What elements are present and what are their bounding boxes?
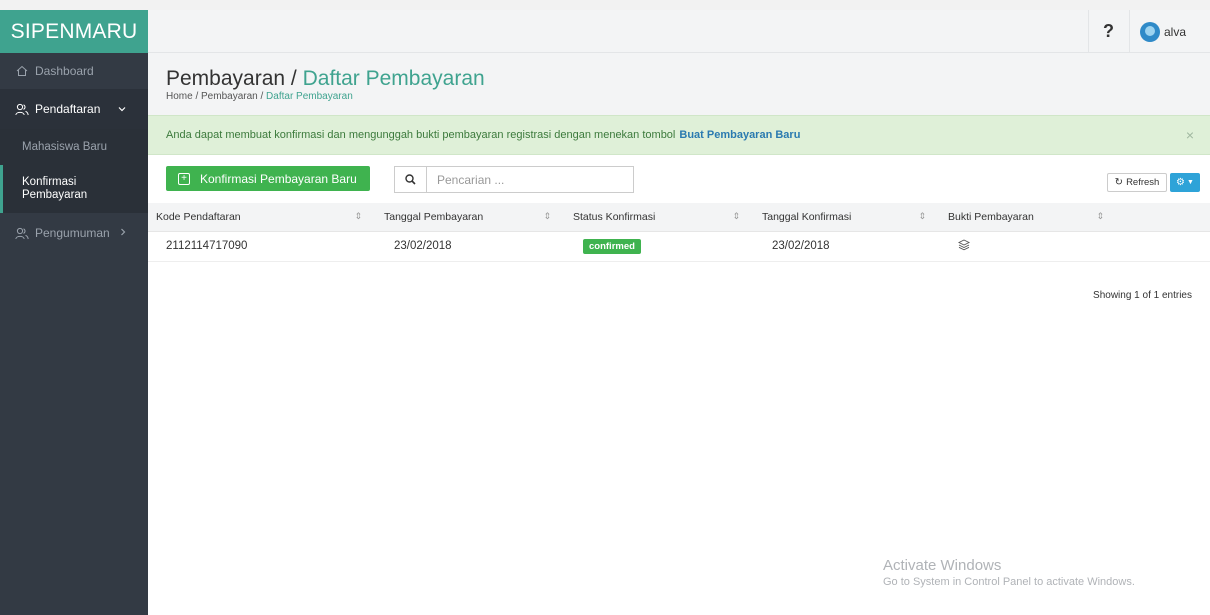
column-header-empty bbox=[1118, 203, 1210, 232]
column-header-kode[interactable]: Kode Pendaftaran ⇕ bbox=[148, 203, 376, 232]
cell-kode: 2112114717090 bbox=[148, 231, 376, 262]
chevron-right-icon bbox=[120, 228, 126, 239]
page-title-accent: Daftar Pembayaran bbox=[302, 67, 485, 90]
breadcrumb-current[interactable]: Daftar Pembayaran bbox=[266, 91, 353, 102]
help-button[interactable]: ? bbox=[1088, 10, 1128, 53]
home-icon bbox=[15, 64, 29, 78]
sort-icon: ⇕ bbox=[732, 211, 740, 221]
avatar bbox=[1140, 21, 1160, 42]
sort-icon: ⇕ bbox=[918, 211, 926, 221]
column-header-tanggal-pembayaran[interactable]: Tanggal Pembayaran ⇕ bbox=[376, 203, 565, 232]
refresh-icon: ↻ bbox=[1114, 177, 1124, 188]
table-row[interactable]: 2112114717090 23/02/2018 confirmed 23/02… bbox=[148, 231, 1210, 262]
top-header: ? alva bbox=[148, 10, 1210, 53]
close-icon[interactable]: × bbox=[1186, 127, 1194, 143]
sort-icon: ⇕ bbox=[543, 211, 551, 221]
users-icon bbox=[15, 226, 29, 240]
alert-bold-text: Buat Pembayaran Baru bbox=[679, 129, 801, 141]
page-header: Pembayaran / Daftar Pembayaran Home / Pe… bbox=[148, 53, 1210, 115]
search-input[interactable] bbox=[427, 172, 627, 187]
watermark-subtitle: Go to System in Control Panel to activat… bbox=[883, 576, 1135, 588]
sidebar-item-label: Konfirmasi Pembayaran bbox=[22, 176, 87, 202]
cell-bukti bbox=[940, 231, 1118, 262]
payments-table: Kode Pendaftaran ⇕ Tanggal Pembayaran ⇕ St… bbox=[148, 203, 1210, 262]
windows-activation-watermark: Activate Windows Go to System in Control… bbox=[883, 557, 1135, 588]
user-menu[interactable]: alva bbox=[1129, 10, 1210, 53]
watermark-title: Activate Windows bbox=[883, 557, 1002, 574]
cell-empty bbox=[1118, 231, 1210, 262]
sidebar-item-label-line2: Pembayaran bbox=[22, 189, 88, 201]
sidebar-item-label: Pendaftaran bbox=[35, 102, 101, 116]
search-box bbox=[394, 166, 634, 193]
sidebar: SIPENMARU Dashboard Pendaftaran Mahasisw… bbox=[0, 10, 148, 615]
button-label: Refresh bbox=[1126, 177, 1160, 188]
sort-icon: ⇕ bbox=[1096, 211, 1104, 221]
top-strip bbox=[0, 0, 1210, 10]
refresh-button[interactable]: ↻ Refresh bbox=[1107, 173, 1167, 192]
column-header-bukti[interactable]: Bukti Pembayaran ⇕ bbox=[940, 203, 1118, 232]
sidebar-item-label: Dashboard bbox=[35, 64, 94, 78]
button-label: Konfirmasi Pembayaran Baru bbox=[200, 171, 357, 186]
sidebar-item-pendaftaran[interactable]: Pendaftaran bbox=[0, 89, 148, 129]
settings-dropdown-button[interactable]: ⚙ ▼ bbox=[1170, 173, 1200, 192]
user-name: alva bbox=[1164, 24, 1187, 39]
layers-icon[interactable] bbox=[957, 238, 971, 254]
gear-icon: ⚙ bbox=[1176, 177, 1186, 188]
info-alert: Anda dapat membuat konfirmasi dan mengun… bbox=[148, 115, 1210, 155]
new-payment-confirmation-button[interactable]: + Konfirmasi Pembayaran Baru bbox=[166, 166, 370, 191]
search-icon bbox=[395, 167, 427, 192]
table-header-row: Kode Pendaftaran ⇕ Tanggal Pembayaran ⇕ St… bbox=[148, 203, 1210, 232]
column-header-tanggal-konfirmasi[interactable]: Tanggal Konfirmasi ⇕ bbox=[754, 203, 940, 232]
breadcrumb-path[interactable]: Home / Pembayaran / bbox=[166, 91, 263, 102]
chevron-down-icon bbox=[118, 104, 126, 115]
users-icon bbox=[15, 102, 29, 116]
page-title-main: Pembayaran / bbox=[166, 67, 297, 90]
sidebar-item-label: Pengumuman bbox=[35, 226, 110, 240]
cell-tanggal-konfirmasi: 23/02/2018 bbox=[754, 231, 940, 262]
page-title: Pembayaran / Daftar Pembayaran bbox=[166, 67, 485, 91]
brand-logo[interactable]: SIPENMARU bbox=[0, 10, 148, 53]
sidebar-subitem-mahasiswa-baru[interactable]: Mahasiswa Baru bbox=[0, 129, 148, 165]
alert-text: Anda dapat membuat konfirmasi dan mengun… bbox=[166, 129, 676, 141]
sidebar-item-label: Mahasiswa Baru bbox=[22, 141, 108, 153]
cell-tanggal-pembayaran: 23/02/2018 bbox=[376, 231, 565, 262]
plus-square-icon: + bbox=[178, 172, 190, 185]
column-header-status[interactable]: Status Konfirmasi ⇕ bbox=[565, 203, 754, 232]
sidebar-item-pengumuman[interactable]: Pengumuman bbox=[0, 213, 148, 253]
status-badge: confirmed bbox=[583, 238, 641, 254]
question-icon: ? bbox=[1103, 21, 1114, 41]
caret-down-icon: ▼ bbox=[1187, 179, 1194, 186]
sidebar-item-dashboard[interactable]: Dashboard bbox=[0, 53, 148, 89]
pagination-info: Showing 1 of 1 entries bbox=[1093, 290, 1192, 301]
sort-icon: ⇕ bbox=[354, 211, 362, 221]
cell-status: confirmed bbox=[565, 231, 754, 262]
breadcrumb: Home / Pembayaran / Daftar Pembayaran bbox=[166, 91, 353, 102]
sidebar-subitem-konfirmasi-pembayaran[interactable]: Konfirmasi Pembayaran bbox=[0, 165, 148, 213]
sidebar-item-label-line1: Konfirmasi bbox=[22, 176, 77, 188]
